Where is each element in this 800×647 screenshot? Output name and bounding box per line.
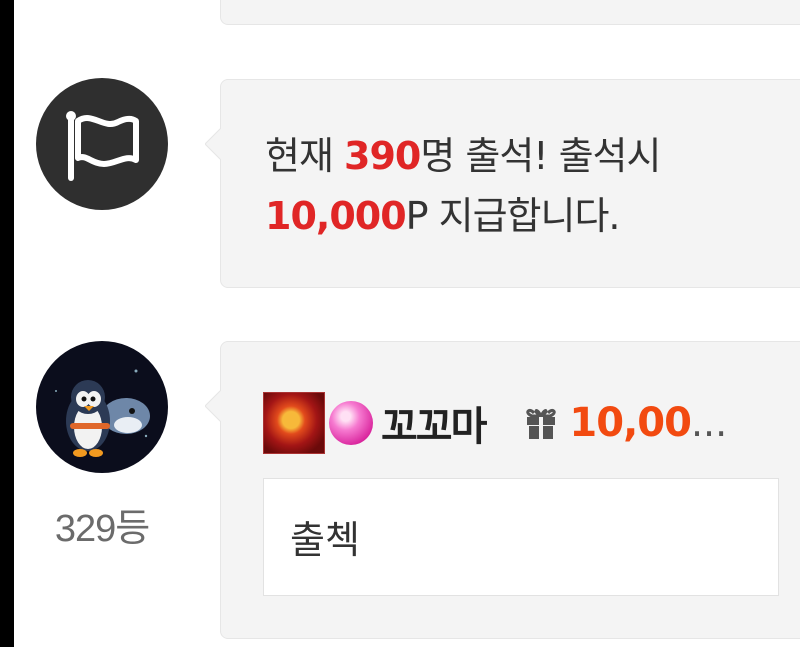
- notice-suffix: P 지급합니다.: [405, 194, 621, 238]
- comment-text: 출첵: [290, 518, 360, 562]
- gift-ellipsis: ...: [690, 401, 728, 445]
- notice-prefix: 현재: [265, 134, 344, 178]
- previous-comment-card: [220, 0, 800, 25]
- attendance-notice-card: 현재 390명 출석! 출석시 10,000P 지급합니다.: [205, 79, 800, 288]
- comment-header: 꼬꼬마 10,00...: [263, 390, 783, 456]
- gift-icon: [526, 409, 557, 439]
- penguin-avatar[interactable]: [36, 341, 168, 473]
- attendance-count: 390: [344, 134, 421, 178]
- notice-middle: 명 출석! 출석시: [420, 134, 661, 178]
- flag-icon: [36, 78, 168, 210]
- user-nickname[interactable]: 꼬꼬마: [381, 394, 487, 452]
- gift-points: 10,00: [569, 400, 692, 446]
- dragon-level-icon: [263, 392, 325, 454]
- attendance-page: 현재 390명 출석! 출석시 10,000P 지급합니다. 329등 꼬꼬마 …: [14, 0, 800, 647]
- pink-gem-icon: [329, 401, 373, 445]
- comment-body: 출첵: [263, 478, 779, 596]
- user-rank: 329등: [54, 508, 150, 550]
- comment-card: 꼬꼬마 10,00... 출첵: [205, 341, 800, 639]
- attendance-notice-text: 현재 390명 출석! 출석시 10,000P 지급합니다.: [265, 126, 785, 246]
- reward-points: 10,000: [265, 194, 407, 238]
